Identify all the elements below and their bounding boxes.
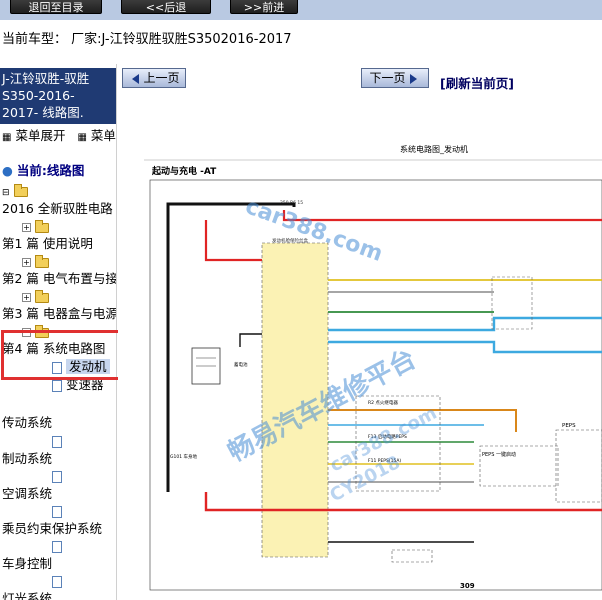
content-area: 上一页 下一页 [刷新当前页] 系统电路图_发动机 起动与充电 -AT 发动机舱…: [118, 64, 602, 600]
prev-page-label: 上一页: [143, 71, 180, 85]
folder-icon: [34, 289, 49, 303]
tree-item-restraint[interactable]: 乘员约束保护系统: [2, 520, 102, 538]
app-window: 退回至目录 <<后退 >>前进 当前车型： 厂家:J-江铃驭胜驭胜S350201…: [0, 0, 602, 600]
sidebar-title-line: S350-2016-: [2, 88, 75, 103]
wire-red-top: [282, 210, 602, 222]
tree-item-chapter2[interactable]: 第2 篇 电气布置与接: [2, 270, 116, 288]
diagram-header: 系统电路图_发动机: [400, 144, 468, 154]
back-button[interactable]: <<后退: [121, 0, 211, 14]
tree-node-controls[interactable]: +: [22, 253, 49, 271]
peps-module-label: PEPS 一键启动: [482, 451, 516, 458]
sidebar-title-line: 2017- 线路图.: [2, 105, 84, 120]
expand-icon[interactable]: +: [22, 293, 31, 302]
page-nav: 上一页 下一页 [刷新当前页]: [118, 64, 602, 92]
expand-icon[interactable]: +: [22, 258, 31, 267]
component-box: [491, 276, 533, 330]
wire-red-left: [204, 220, 262, 262]
next-page-button[interactable]: 下一页: [361, 68, 429, 88]
back-to-catalog-button[interactable]: 退回至目录: [10, 0, 102, 14]
folder-icon: [34, 219, 49, 233]
diagram-subtitle: 起动与充电 -AT: [151, 165, 217, 177]
peps-box: [555, 429, 602, 503]
top-toolbar: 退回至目录 <<后退 >>前进: [0, 0, 602, 20]
refresh-page-link[interactable]: [刷新当前页]: [440, 73, 514, 92]
tree-item-ac[interactable]: 空调系统: [2, 485, 52, 503]
grid-icon: ▦: [2, 132, 12, 143]
tree-node-controls[interactable]: +: [22, 218, 49, 236]
document-icon: [52, 470, 62, 483]
tree-root-folder[interactable]: ⊟: [2, 182, 28, 200]
tree-item-drivetrain[interactable]: 传动系统: [2, 414, 52, 432]
circuit-diagram-svg: 系统电路图_发动机 起动与充电 -AT 发动机舱保险丝盒 250 B6 15 R…: [144, 144, 602, 591]
current-vehicle-bar: 当前车型： 厂家:J-江铃驭胜驭胜S3502016-2017: [0, 20, 602, 64]
wire-cyan-1: [328, 316, 602, 332]
tree-doc[interactable]: [52, 537, 62, 555]
tree-item-body-control[interactable]: 车身控制: [2, 555, 52, 573]
tree-doc[interactable]: [52, 502, 62, 520]
grid-icon: ▦: [77, 132, 87, 143]
ground-label: G101 车身地: [170, 453, 198, 460]
tree-doc[interactable]: [52, 572, 62, 590]
folder-icon: [13, 183, 28, 197]
menu-expand-row[interactable]: ▦ 菜单展开 ▦ 菜单: [2, 127, 116, 145]
menu-more-link[interactable]: 菜单: [91, 128, 116, 143]
wire-black-batt: [239, 333, 262, 347]
document-icon: [52, 435, 62, 448]
next-page-label: 下一页: [369, 71, 406, 85]
current-node-label: 当前:线路图: [16, 163, 85, 178]
globe-icon: ●: [2, 163, 13, 178]
watermark: car388.com 畅易汽车维修平台 car388.com CY2018: [223, 194, 441, 506]
circuit-diagram: 系统电路图_发动机 起动与充电 -AT 发动机舱保险丝盒 250 B6 15 R…: [144, 142, 602, 600]
arrow-left-icon: [132, 73, 140, 84]
tree-item-chapter3[interactable]: 第3 篇 电器盒与电源: [2, 305, 116, 323]
tree-doc[interactable]: [52, 467, 62, 485]
tree-doc[interactable]: [52, 432, 62, 450]
selection-highlight: [1, 330, 122, 380]
document-icon: [52, 505, 62, 518]
page-number: 309: [460, 582, 475, 590]
wire-cyan-2: [328, 340, 602, 354]
sidebar-title: J-江铃驭胜-驭胜 S350-2016- 2017- 线路图.: [0, 68, 116, 124]
tree-node-controls[interactable]: +: [22, 288, 49, 306]
document-icon: [52, 575, 62, 588]
tree-item-2016[interactable]: 2016 全新驭胜电路: [2, 200, 113, 218]
peps-label: PEPS: [562, 423, 576, 429]
vehicle-value: 厂家:J-江铃驭胜驭胜S3502016-2017: [71, 32, 292, 47]
tree-item-lighting[interactable]: 灯光系统: [2, 590, 52, 600]
vehicle-label: 当前车型：: [2, 32, 68, 47]
document-icon: [52, 540, 62, 553]
folder-icon: [34, 254, 49, 268]
tree-line-icon: ⊟: [2, 188, 10, 198]
battery-label: 蓄电池: [234, 361, 248, 368]
current-node: ● 当前:线路图: [2, 162, 84, 180]
arrow-right-icon: [409, 73, 417, 84]
prev-page-button[interactable]: 上一页: [122, 68, 186, 88]
forward-button[interactable]: >>前进: [230, 0, 298, 14]
expand-icon[interactable]: +: [22, 223, 31, 232]
document-icon: [52, 379, 62, 392]
menu-expand-link[interactable]: 菜单展开: [15, 128, 65, 143]
tree-item-chapter1[interactable]: 第1 篇 使用说明: [2, 235, 93, 253]
sidebar-title-line: J-江铃驭胜-驭胜: [2, 71, 90, 86]
component-box: [391, 549, 433, 563]
box-label-1: R2 点火继电器: [368, 399, 398, 406]
tree-item-brake[interactable]: 制动系统: [2, 450, 52, 468]
